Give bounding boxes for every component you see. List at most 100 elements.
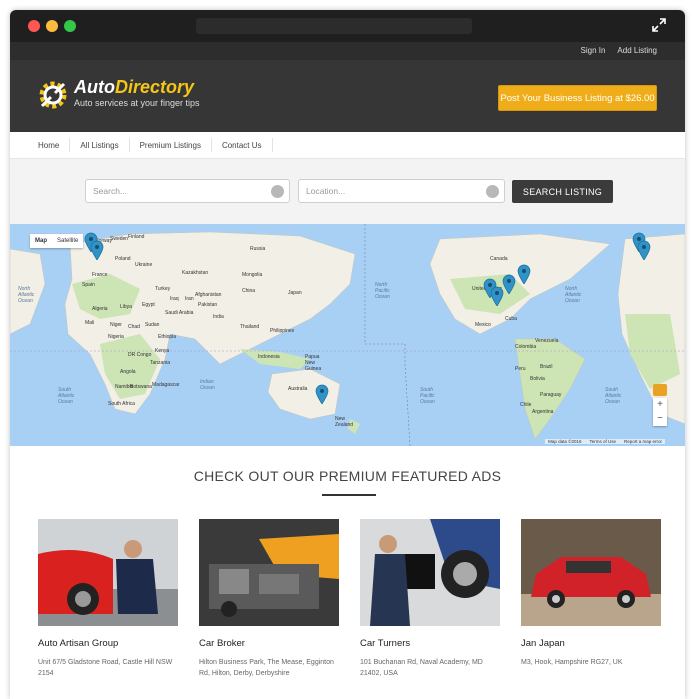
- search-input[interactable]: Search...: [85, 179, 290, 203]
- post-listing-button[interactable]: Post Your Business Listing at $26.00: [498, 85, 657, 111]
- label-poland: Poland: [115, 256, 131, 262]
- map-marker-icon[interactable]: [502, 274, 516, 294]
- card-image[interactable]: [38, 519, 178, 626]
- label-bolivia: Bolivia: [530, 376, 545, 382]
- featured-card[interactable]: Auto Artisan Group Unit 67/5 Gladstone R…: [38, 519, 178, 679]
- label-canada: Canada: [490, 256, 508, 262]
- card-title[interactable]: Car Broker: [199, 638, 339, 649]
- map-marker-icon[interactable]: [517, 264, 531, 284]
- featured-card[interactable]: Car Broker Hilton Business Park, The Mea…: [199, 519, 339, 679]
- label-papua-new-guinea: Papua New Guinea: [305, 354, 322, 372]
- card-address: M3, Hook, Hampshire RG27, UK: [521, 659, 623, 666]
- label-sudan: Sudan: [145, 322, 160, 328]
- label-paraguay: Paraguay: [540, 392, 562, 398]
- label-botswana: Botswana: [130, 384, 152, 390]
- nav-contact-us[interactable]: Contact Us: [212, 138, 273, 152]
- label-algeria: Algeria: [92, 306, 108, 312]
- map-report-error-link[interactable]: Report a map error: [624, 439, 662, 444]
- label-philippines: Philippines: [270, 328, 295, 334]
- map-marker-icon[interactable]: [90, 240, 104, 260]
- zoom-out-button[interactable]: −: [653, 412, 667, 426]
- close-window-dot[interactable]: [28, 20, 40, 32]
- top-utility-bar: Sign In Add Listing: [10, 42, 685, 60]
- label-turkey: Turkey: [155, 286, 171, 292]
- expand-icon[interactable]: [651, 17, 667, 33]
- search-listing-button[interactable]: SEARCH LISTING: [512, 180, 613, 203]
- address-bar[interactable]: [196, 18, 472, 34]
- label-india: India: [213, 314, 224, 320]
- label-cuba: Cuba: [505, 316, 517, 322]
- map-data-attribution: Map data ©2016: [548, 439, 582, 444]
- label-japan: Japan: [288, 290, 302, 296]
- map-terms-link[interactable]: Terms of Use: [589, 439, 616, 444]
- map-type-satellite[interactable]: Satellite: [52, 234, 83, 248]
- label-pakistan: Pakistan: [198, 302, 218, 308]
- map-footer: Map data ©2016 Terms of Use Report a map…: [545, 439, 665, 444]
- card-title[interactable]: Car Turners: [360, 638, 500, 649]
- label-north-atlantic-e: North Atlantic Ocean: [565, 286, 582, 304]
- zoom-in-button[interactable]: +: [653, 398, 667, 412]
- label-south-atlantic-w: South Atlantic Ocean: [58, 387, 75, 405]
- label-venezuela: Venezuela: [535, 338, 559, 344]
- minimize-window-dot[interactable]: [46, 20, 58, 32]
- site-tagline: Auto services at your finger tips: [74, 98, 200, 108]
- map-marker-icon[interactable]: [637, 240, 651, 260]
- label-nigeria: Nigeria: [108, 334, 124, 340]
- maximize-window-dot[interactable]: [64, 20, 76, 32]
- nav-all-listings[interactable]: All Listings: [70, 138, 130, 152]
- featured-card[interactable]: Car Turners 101 Buchanan Rd, Naval Acade…: [360, 519, 500, 679]
- gear-wrench-logo-icon: [39, 81, 67, 109]
- card-title[interactable]: Jan Japan: [521, 638, 661, 649]
- label-tanzania: Tanzania: [150, 360, 171, 366]
- label-south-pacific: South Pacific Ocean: [420, 387, 435, 405]
- label-kazakhstan: Kazakhstan: [182, 270, 209, 276]
- card-image[interactable]: [521, 519, 661, 626]
- label-north-atlantic-w: North Atlantic Ocean: [18, 286, 35, 304]
- site-header: AutoDirectory Auto services at your fing…: [10, 60, 685, 132]
- label-colombia: Colombia: [515, 344, 537, 350]
- location-placeholder: Location...: [306, 186, 346, 196]
- date-line: [364, 224, 411, 446]
- label-north-pacific: North Pacific Ocean: [375, 282, 390, 300]
- nav-premium-listings[interactable]: Premium Listings: [130, 138, 212, 152]
- label-niger: Niger: [110, 322, 122, 328]
- card-title[interactable]: Auto Artisan Group: [38, 638, 178, 649]
- label-new-zealand: New Zealand: [335, 416, 354, 428]
- search-placeholder: Search...: [93, 186, 128, 196]
- zoom-control: + −: [653, 398, 667, 426]
- street-view-pegman-icon[interactable]: [653, 384, 667, 396]
- label-afghanistan: Afghanistan: [195, 292, 222, 298]
- sign-in-link[interactable]: Sign In: [581, 46, 606, 55]
- map-type-map[interactable]: Map: [30, 234, 52, 248]
- label-libya: Libya: [120, 304, 132, 310]
- card-address: Unit 67/5 Gladstone Road, Castle Hill NS…: [38, 659, 173, 677]
- label-argentina: Argentina: [532, 409, 554, 415]
- label-mali: Mali: [85, 320, 95, 326]
- label-china: China: [242, 288, 256, 294]
- label-spain: Spain: [82, 282, 95, 288]
- card-image[interactable]: [360, 519, 500, 626]
- label-iran: Iran: [185, 296, 194, 302]
- world-map[interactable]: North Atlantic Ocean North Pacific Ocean…: [10, 224, 685, 446]
- label-iraq: Iraq: [170, 296, 179, 302]
- nav-home[interactable]: Home: [28, 138, 71, 152]
- africa-right-green: [625, 314, 680, 389]
- label-indonesia: Indonesia: [258, 354, 280, 360]
- featured-card[interactable]: Jan Japan M3, Hook, Hampshire RG27, UK: [521, 519, 661, 668]
- label-chile: Chile: [520, 402, 532, 408]
- label-peru: Peru: [515, 366, 526, 372]
- location-pin-icon: [486, 185, 499, 198]
- label-indian-ocean: Indian Ocean: [200, 379, 215, 391]
- map-marker-icon[interactable]: [315, 384, 329, 404]
- map-type-toggle: Map Satellite: [30, 234, 84, 248]
- label-egypt: Egypt: [142, 302, 155, 308]
- card-address: 101 Buchanan Rd, Naval Academy, MD 21402…: [360, 659, 483, 677]
- add-listing-link[interactable]: Add Listing: [617, 46, 657, 55]
- card-image[interactable]: [199, 519, 339, 626]
- south-america-land: [514, 338, 586, 440]
- site-logo[interactable]: AutoDirectory: [74, 77, 194, 98]
- location-input[interactable]: Location...: [298, 179, 505, 203]
- label-kenya: Kenya: [155, 348, 170, 354]
- label-brazil: Brazil: [540, 364, 553, 370]
- label-ethiopia: Ethiopia: [158, 334, 177, 340]
